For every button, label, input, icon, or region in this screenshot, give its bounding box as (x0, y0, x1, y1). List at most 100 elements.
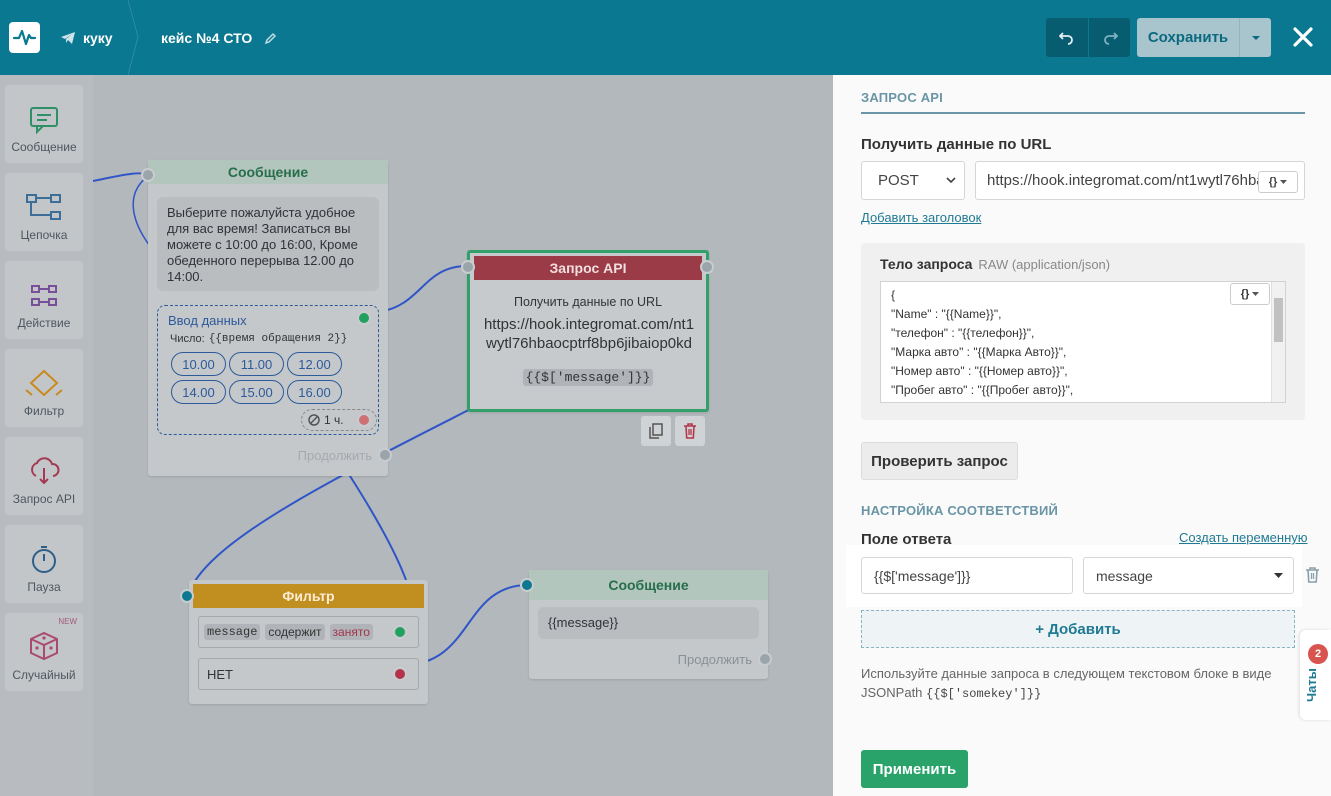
method-select[interactable]: POST (861, 161, 965, 200)
body-scrollbar[interactable] (1271, 282, 1285, 402)
copy-node-button[interactable] (641, 416, 671, 446)
timeout-label: 1 ч. (324, 413, 344, 427)
palette-item-api-request[interactable]: Запрос API (5, 437, 83, 515)
pencil-icon[interactable] (264, 32, 277, 45)
chats-tab[interactable]: 2 Чаты (1300, 630, 1331, 720)
new-badge: NEW (58, 617, 77, 626)
insert-variable-button[interactable]: {} (1230, 283, 1270, 305)
pulse-logo-icon[interactable] (9, 22, 40, 53)
response-variable-value: message (1096, 567, 1153, 584)
continue-label: Продолжить (297, 448, 372, 463)
continue-output-dot[interactable] (378, 448, 392, 462)
body-line: "Марка авто" : "{{Марка Авто}}", (891, 345, 1067, 359)
chats-count-badge: 2 (1308, 644, 1328, 664)
body-format: RAW (application/json) (978, 257, 1111, 272)
option-chip[interactable]: 15.00 (229, 380, 284, 404)
response-path-input[interactable]: {{$['message']}} (861, 557, 1073, 594)
filter-else[interactable]: НЕТ (198, 658, 419, 690)
option-chip[interactable]: 12.00 (287, 352, 342, 376)
api-request-node[interactable]: Запрос API Получить данные по URL https:… (461, 250, 714, 412)
redo-button[interactable] (1088, 18, 1130, 57)
message-icon (30, 107, 58, 134)
redo-icon (1103, 31, 1118, 45)
node-input-dot[interactable] (520, 578, 534, 592)
breadcrumb-bot[interactable]: куку (60, 28, 113, 48)
save-options-button[interactable] (1239, 18, 1271, 57)
palette-item-action[interactable]: Действие (5, 261, 83, 339)
input-type-label: Число: (170, 333, 205, 345)
palette-item-label: Действие (17, 316, 71, 330)
filter-condition[interactable]: message содержит занято (198, 616, 419, 648)
block-palette: Сообщение Цепочка Действие Фильтр Запрос… (0, 75, 93, 796)
undo-button[interactable] (1046, 18, 1088, 57)
hint-code: {{$['somekey']}} (926, 687, 1042, 701)
palette-item-random[interactable]: NEW Случайный (5, 613, 83, 691)
palette-item-label: Случайный (12, 668, 76, 682)
undo-icon (1059, 31, 1073, 45)
scrollbar-thumb[interactable] (1274, 298, 1283, 342)
action-icon (31, 285, 57, 306)
filter-icon (25, 369, 63, 397)
condition-false-dot[interactable] (393, 667, 407, 681)
braces-icon: {} (1240, 287, 1250, 300)
save-group: Сохранить (1137, 18, 1271, 57)
request-body-editor[interactable]: { "Name" : "{{Name}}", "телефон" : "{{те… (880, 281, 1286, 403)
condition-variable: message (204, 624, 261, 640)
body-line: { (891, 288, 896, 302)
flow-canvas[interactable]: Сообщение Выберите пожалуйста удобное дл… (93, 75, 833, 796)
message-node-2[interactable]: Сообщение {{message}} Продолжить (520, 570, 772, 679)
filter-node[interactable]: Фильтр message содержит занято НЕТ (180, 580, 428, 704)
condition-true-dot[interactable] (393, 625, 407, 639)
check-request-button[interactable]: Проверить запрос (861, 442, 1018, 480)
node-output-dot[interactable] (700, 260, 714, 274)
node-input-dot[interactable] (141, 168, 155, 182)
option-chip[interactable]: 14.00 (171, 380, 226, 404)
node-input-dot[interactable] (180, 589, 194, 603)
message-text[interactable]: Выберите пожалуйста удобное для вас врем… (157, 197, 379, 291)
palette-item-message[interactable]: Сообщение (5, 85, 83, 163)
continue-output-dot[interactable] (758, 652, 772, 666)
trash-icon (684, 423, 696, 439)
message-text[interactable]: {{message}} (538, 607, 759, 639)
hint-text: Используйте данные запроса в следующем т… (861, 666, 1272, 700)
body-line: "Номер авто" : "{{Номер авто}}", (891, 364, 1068, 378)
apply-button[interactable]: Применить (861, 750, 968, 788)
option-chip[interactable]: 10.00 (171, 352, 226, 376)
palette-item-pause[interactable]: Пауза (5, 525, 83, 603)
node-input-dot[interactable] (461, 260, 475, 274)
insert-variable-button[interactable]: {} (1258, 171, 1298, 193)
copy-icon (649, 423, 663, 439)
palette-item-label: Запрос API (12, 492, 76, 506)
message-node[interactable]: Сообщение Выберите пожалуйста удобное дл… (141, 160, 392, 476)
palette-item-chain[interactable]: Цепочка (5, 173, 83, 251)
add-mapping-button[interactable]: + Добавить (861, 610, 1295, 648)
api-var-wrap: {{$['message']}} (470, 369, 706, 386)
close-icon[interactable] (1290, 24, 1316, 50)
method-value: POST (878, 172, 919, 189)
case-name: кейс №4 СТО (161, 30, 253, 46)
dice-icon (30, 631, 58, 661)
trash-icon[interactable] (1305, 567, 1320, 583)
hint-text-block: Используйте данные запроса в следующем т… (861, 664, 1291, 704)
response-variable-select[interactable]: message (1083, 557, 1294, 594)
save-button[interactable]: Сохранить (1137, 18, 1239, 57)
palette-item-filter[interactable]: Фильтр (5, 349, 83, 427)
input-output-dot[interactable] (357, 311, 371, 325)
create-variable-link[interactable]: Создать переменную (1179, 530, 1308, 545)
api-var: {{$['message']}} (522, 369, 654, 386)
node-title: Сообщение (529, 570, 768, 600)
timeout-output-dot[interactable] (357, 413, 371, 427)
palette-item-label: Цепочка (20, 228, 68, 242)
section-divider (861, 112, 1305, 114)
data-input-block[interactable]: Ввод данных Число: {{время обращения 2}}… (157, 305, 379, 435)
get-data-label: Получить данные по URL (861, 136, 1052, 153)
breadcrumb-case[interactable]: кейс №4 СТО (161, 28, 277, 48)
add-header-link[interactable]: Добавить заголовок (861, 210, 981, 225)
url-input[interactable]: https://hook.integromat.com/nt1wytl76hba… (975, 161, 1305, 200)
api-desc: Получить данные по URL (513, 295, 663, 309)
delete-node-button[interactable] (675, 416, 705, 446)
timer-icon (32, 546, 56, 573)
option-chip[interactable]: 11.00 (229, 352, 284, 376)
option-chip[interactable]: 16.00 (287, 380, 342, 404)
palette-item-label: Пауза (27, 580, 61, 594)
